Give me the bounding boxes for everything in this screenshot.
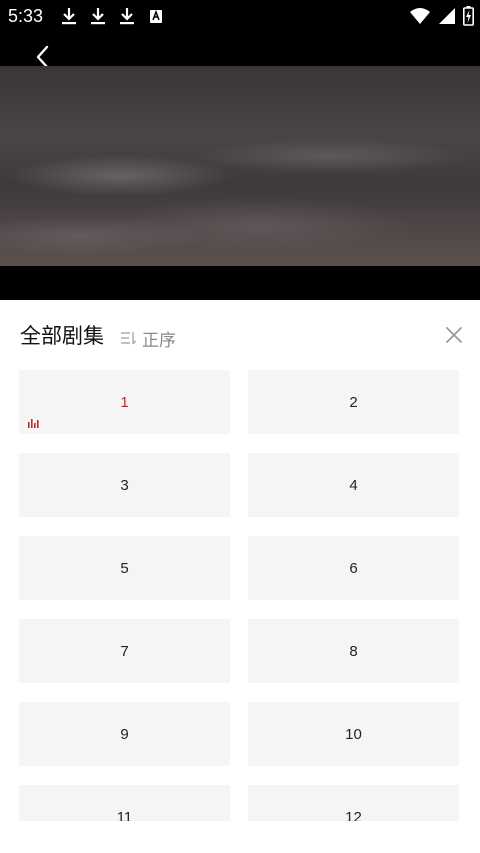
episode-item[interactable]: 8 [248,619,459,683]
episode-item[interactable]: 10 [248,702,459,766]
episode-number: 2 [349,393,358,411]
episode-number: 8 [349,642,358,660]
battery-charging-icon [463,6,474,26]
episode-item[interactable]: 5 [19,536,230,600]
episode-number: 6 [349,559,358,577]
signal-icon [439,8,455,24]
video-top-bar [0,33,480,66]
episodes-panel: 全部剧集 正序 1 2 3 4 5 6 7 8 9 10 11 12 [0,300,480,853]
system-icons [409,6,474,26]
episode-item[interactable]: 1 [19,370,230,434]
episode-number: 3 [120,476,129,494]
episode-number: 5 [120,559,129,577]
episode-item[interactable]: 7 [19,619,230,683]
download-icon [62,8,76,25]
download-icon [91,8,105,25]
episode-number: 12 [345,808,362,822]
panel-title: 全部剧集 [20,324,104,348]
status-bar: 5:33 [0,0,480,33]
video-player[interactable] [0,66,480,266]
download-icon [120,8,134,25]
episode-item[interactable]: 3 [19,453,230,517]
episode-item[interactable]: 2 [248,370,459,434]
episode-item[interactable]: 11 [19,785,230,821]
close-icon [446,327,462,343]
episode-number: 11 [116,808,133,822]
episode-item[interactable]: 4 [248,453,459,517]
episode-item[interactable]: 9 [19,702,230,766]
episode-number: 9 [120,725,129,743]
episode-item[interactable]: 12 [248,785,459,821]
episode-number: 7 [120,642,129,660]
status-time: 5:33 [8,6,44,26]
episode-item[interactable]: 6 [248,536,459,600]
wifi-icon [410,8,430,24]
sort-icon [121,332,136,345]
episode-number: 1 [120,393,129,411]
notification-icons [60,6,165,26]
app-screen: 5:33 全部剧集 正序 1 2 3 4 5 6 7 8 9 10 11 12 [0,0,480,853]
close-button[interactable] [443,324,465,346]
episode-grid: 1 2 3 4 5 6 7 8 9 10 11 12 [19,370,459,821]
episode-number: 4 [349,476,358,494]
video-bottom-bar [0,266,480,300]
episode-list[interactable]: 1 2 3 4 5 6 7 8 9 10 11 12 [0,370,480,821]
sort-toggle[interactable]: 正序 [120,326,176,351]
now-playing-icon [28,419,39,428]
episode-number: 10 [345,725,362,743]
sort-label: 正序 [142,330,176,351]
a-icon [150,9,162,23]
